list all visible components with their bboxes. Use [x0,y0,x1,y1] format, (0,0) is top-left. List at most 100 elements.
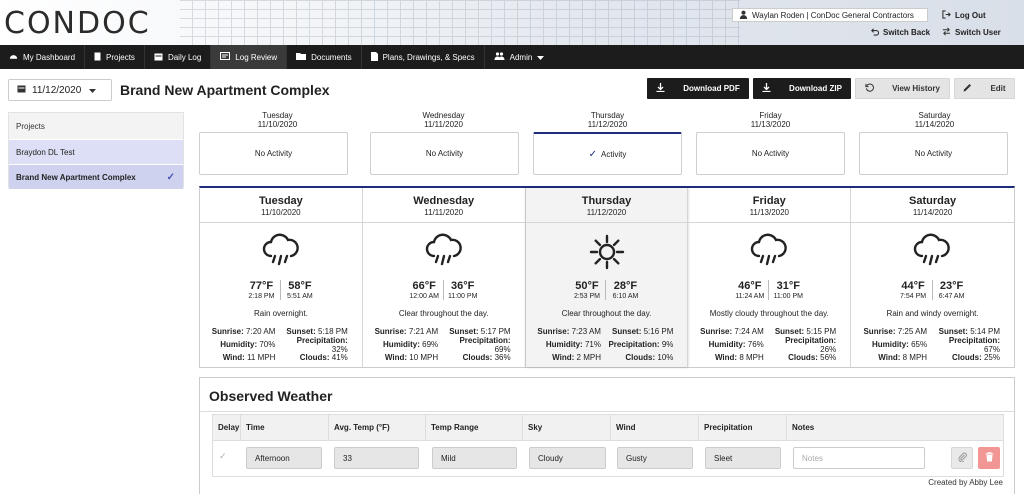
download-zip-button[interactable]: Download ZIP [753,78,851,99]
activity-card-thursday[interactable]: ✓ Activity [533,132,682,175]
time-field[interactable]: Afternoon [246,447,322,469]
high-temp-time: 2:53 PM [573,293,601,300]
pencil-icon [963,83,972,94]
humidity-value: 76% [747,340,764,349]
temperature-range: 50°F 2:53 PM 28°F 6:10 AM [526,280,688,300]
sunrise-value: 7:21 AM [408,327,439,336]
label: Humidity: [383,340,420,349]
nav-daily-log[interactable]: Daily Log [145,45,212,69]
notes-field[interactable]: Notes [793,447,925,469]
selected-date: 11/12/2020 [32,84,82,96]
sunrise-value: 7:23 AM [571,327,601,336]
wind-value: 2 MPH [576,353,601,362]
sidebar-item-brand-new-apartment-complex[interactable]: Brand New Apartment Complex ✓ [9,164,183,189]
user-icon [739,10,748,21]
nav-my-dashboard[interactable]: My Dashboard [0,45,86,69]
activity-card-friday[interactable]: No Activity [696,132,845,175]
view-history-button[interactable]: View History [855,78,950,99]
users-icon [494,52,505,62]
switch-back-link[interactable]: Switch Back [870,27,930,38]
weather-stats: Sunrise: 7:20 AM Sunset: 5:18 PM Humidity… [200,325,362,364]
switch-back-label: Switch Back [883,28,931,37]
file-icon [370,51,378,63]
rain-cloud-icon [425,233,462,266]
rain-cloud-icon [914,233,951,266]
nav-projects[interactable]: Projects [85,45,145,69]
nav-admin[interactable]: Admin [485,45,554,69]
high-temp: 50°F 2:53 PM [568,280,607,300]
label: Wind: [384,353,408,362]
precipitation-field[interactable]: Sleet [705,447,781,469]
clouds-value: 56% [820,353,837,362]
logout-link[interactable]: Log Out [942,10,986,21]
main-nav: My Dashboard Projects Daily Log Log Revi… [0,45,1024,69]
activity-status: No Activity [425,149,464,158]
divider [851,222,1014,223]
sunset-value: 5:16 PM [643,327,674,336]
label: Sunrise: [863,327,896,336]
weather-day: Friday [752,195,786,207]
nav-documents[interactable]: Documents [287,45,362,69]
sun-icon [589,234,624,270]
weather-summary: Clear throughout the day. [398,309,489,318]
sidebar-item-braydon-dl-test[interactable]: Braydon DL Test [9,139,183,164]
attach-button[interactable] [951,447,973,469]
low-temp: 28°F 6:10 AM [606,280,644,300]
weather-day: Saturday [909,195,957,207]
high-temp: 77°F 2:18 PM [243,280,281,300]
label: Sunrise: [374,327,407,336]
delete-button[interactable] [978,447,1000,469]
day-date: 11/10/2020 [257,120,298,129]
weather-forecast-panel: Tuesday 11/10/2020 77°F 2:18 PM 58°F 5:51 … [199,186,1015,368]
weather-date: 11/10/2020 [261,208,301,217]
label: Wind: [222,353,245,362]
weather-stats: Sunrise: 7:21 AM Sunset: 5:17 PM Humidity… [363,325,525,364]
label: Precipitation: [608,340,660,349]
download-zip-label: Download ZIP [789,84,842,93]
wind-field[interactable]: Gusty [617,447,693,469]
clouds-value: 25% [983,353,1000,362]
nav-log-review[interactable]: Log Review [211,45,288,69]
divider [200,411,1014,412]
nav-label: Projects [106,52,135,62]
date-picker[interactable]: 11/12/2020 [8,79,112,101]
high-temp-value: 50°F [575,280,599,292]
label: Humidity: [220,340,258,349]
condoc-logo[interactable]: CONDOC [4,6,151,41]
sky-field[interactable]: Cloudy [529,447,606,469]
day-name: Friday [759,111,782,120]
divider [525,222,688,223]
day-header-wednesday: Wednesday 11/11/2020 [369,111,518,129]
low-temp: 36°F 11:00 PM [444,280,482,300]
sunrise-value: 7:20 AM [246,327,276,336]
activity-card-tuesday[interactable]: No Activity [199,132,348,175]
day-date: 11/14/2020 [914,120,955,129]
user-info[interactable]: Waylan Roden | ConDoc General Contractor… [732,8,928,22]
activity-card-wednesday[interactable]: No Activity [370,132,519,175]
nav-plans-drawings-specs[interactable]: Plans, Drawings, & Specs [362,45,485,69]
low-temp-time: 11:00 PM [773,293,803,300]
download-pdf-button[interactable]: Download PDF [647,78,749,99]
day-header-thursday: Thursday 11/12/2020 [533,111,682,129]
wind-value: 8 MPH [739,353,764,362]
projects-sidebar: Projects Braydon DL Test Brand New Apart… [8,112,184,189]
avg-temp-field[interactable]: 33 [334,447,419,469]
weather-card-thursday: Thursday 11/12/2020 50°F 2:53 PM 28°F 6:10… [525,188,689,367]
clouds-value: 10% [657,353,674,362]
activity-status: No Activity [914,149,953,158]
activity-card-saturday[interactable]: No Activity [859,132,1008,175]
edit-label: Edit [990,84,1006,93]
undo-icon [870,27,880,38]
nav-label: My Dashboard [23,52,76,62]
edit-button[interactable]: Edit [954,78,1015,99]
delay-checkbox[interactable]: ✓ [219,451,227,462]
nav-label: Plans, Drawings, & Specs [382,52,475,62]
clouds-value: 36% [494,353,511,362]
temp-range-field[interactable]: Mild [432,447,517,469]
sidebar-item-label: Braydon DL Test [16,147,75,157]
nav-label: Log Review [235,52,278,62]
high-temp: 46°F 11:24 AM [731,280,770,300]
sunrise-value: 7:24 AM [734,327,764,336]
switch-user-link[interactable]: Switch User [942,27,1001,38]
low-temp-value: 36°F [451,280,475,292]
